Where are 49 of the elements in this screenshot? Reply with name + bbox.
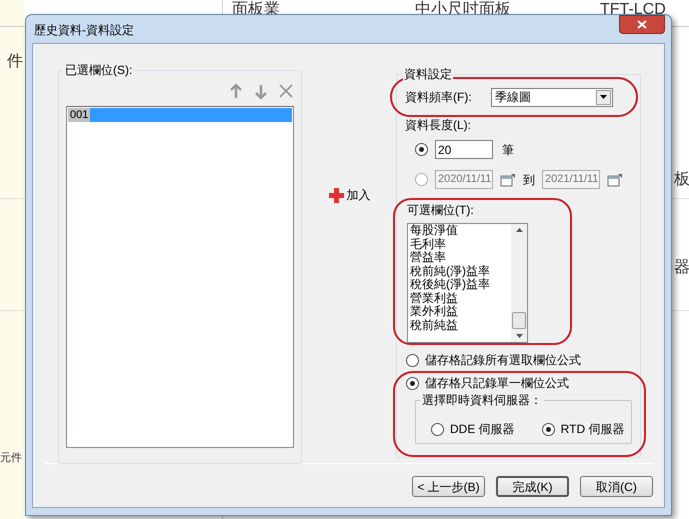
- scroll-up-icon[interactable]: [516, 228, 522, 232]
- list-item[interactable]: 稅前純(淨)益率: [410, 264, 511, 278]
- radio-button[interactable]: [431, 422, 444, 436]
- list-item[interactable]: 稅後純(淨)益率: [410, 278, 511, 292]
- close-button[interactable]: [619, 15, 665, 34]
- frequency-dropdown[interactable]: 季線圖: [491, 88, 613, 106]
- dialog-button[interactable]: 取消(C): [580, 476, 653, 497]
- sheet-cell-text: TFT-LCD: [600, 0, 667, 20]
- list-item[interactable]: 稅前純益: [410, 318, 511, 332]
- scroll-down-icon[interactable]: [516, 334, 522, 338]
- radio-button[interactable]: [406, 354, 419, 366]
- sheet-cell: 件: [7, 52, 23, 72]
- radio-button[interactable]: [542, 422, 555, 436]
- list-item[interactable]: 業外利益: [410, 305, 511, 318]
- window-title: 歷史資料-資料設定: [34, 23, 134, 37]
- scroll-thumb[interactable]: [512, 312, 526, 328]
- calendar-icon[interactable]: [607, 172, 623, 186]
- date-field[interactable]: 2020/11/11: [435, 170, 493, 189]
- radio-button[interactable]: [406, 376, 419, 390]
- close-icon: [637, 20, 647, 29]
- calendar-icon[interactable]: [500, 172, 516, 186]
- dialog-button[interactable]: 完成(K): [496, 476, 569, 497]
- list-item[interactable]: 每股淨值: [410, 224, 511, 238]
- add-button[interactable]: 加入: [328, 186, 370, 204]
- plus-icon: [328, 186, 344, 204]
- group-label: 已選欄位(S):: [63, 63, 134, 77]
- group-label: 選擇即時資料伺服器：: [420, 393, 544, 407]
- unit-label: 筆: [502, 142, 514, 156]
- count-field[interactable]: 20: [435, 140, 493, 159]
- option-label: DDE 伺服器: [450, 422, 515, 436]
- sheet-cell: 器: [674, 258, 689, 278]
- scrollbar[interactable]: [511, 224, 527, 342]
- list-item[interactable]: 營業利益: [410, 292, 511, 305]
- list-item[interactable]: 001: [68, 108, 292, 122]
- field-label: 資料頻率(F):: [405, 90, 473, 104]
- to-label: 到: [523, 172, 535, 186]
- radio-button[interactable]: [415, 173, 428, 186]
- sheet-cell-text: 元件: [0, 451, 22, 466]
- list-item[interactable]: 毛利率: [410, 238, 511, 251]
- date-field[interactable]: 2021/11/11: [542, 170, 600, 189]
- option-label: 儲存格只記錄單一欄位公式: [425, 376, 569, 390]
- group-label: 資料設定: [403, 67, 453, 81]
- option-label: 儲存格記錄所有選取欄位公式: [425, 353, 581, 367]
- radio-button[interactable]: [415, 143, 428, 156]
- field-label: 資料長度(L):: [405, 118, 472, 132]
- field-label: 可選欄位(T):: [407, 203, 475, 217]
- list-item[interactable]: 營益率: [410, 251, 511, 264]
- dialog-button[interactable]: < 上一步(B): [412, 476, 485, 497]
- option-label: RTD 伺服器: [560, 422, 624, 436]
